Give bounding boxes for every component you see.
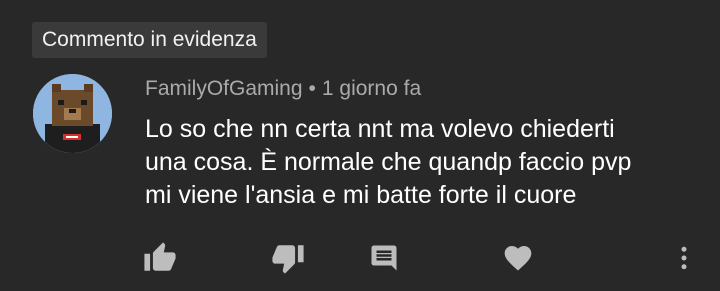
thumbs-down-icon [272,245,304,274]
pinned-comment-badge: Commento in evidenza [32,22,267,58]
more-vert-icon [681,246,687,270]
dislike-button[interactable] [266,236,310,280]
avatar[interactable] [33,74,112,153]
comment-text-line: mi viene l'ansia e mi batte forte il cuo… [145,181,577,209]
heart-button[interactable] [496,236,540,280]
comment-meta: FamilyOfGaming • 1 giorno fa [145,74,421,104]
meta-separator: • [308,77,316,100]
heart-icon [504,246,532,271]
bear-avatar-icon [33,74,112,153]
comment-time[interactable]: 1 giorno fa [322,77,421,100]
like-button[interactable] [138,236,182,280]
more-options-button[interactable] [662,236,706,280]
comment-author[interactable]: FamilyOfGaming [145,77,303,100]
reply-button[interactable] [362,236,406,280]
comment-text-line: Lo so che nn certa nnt ma volevo chieder… [145,115,615,143]
thumbs-up-icon [144,242,176,271]
comment-text: Lo so che nn certa nnt ma volevo chieder… [145,113,705,212]
comment-text-line: una cosa. È normale che quandp faccio pv… [145,148,632,176]
reply-icon [371,245,397,271]
